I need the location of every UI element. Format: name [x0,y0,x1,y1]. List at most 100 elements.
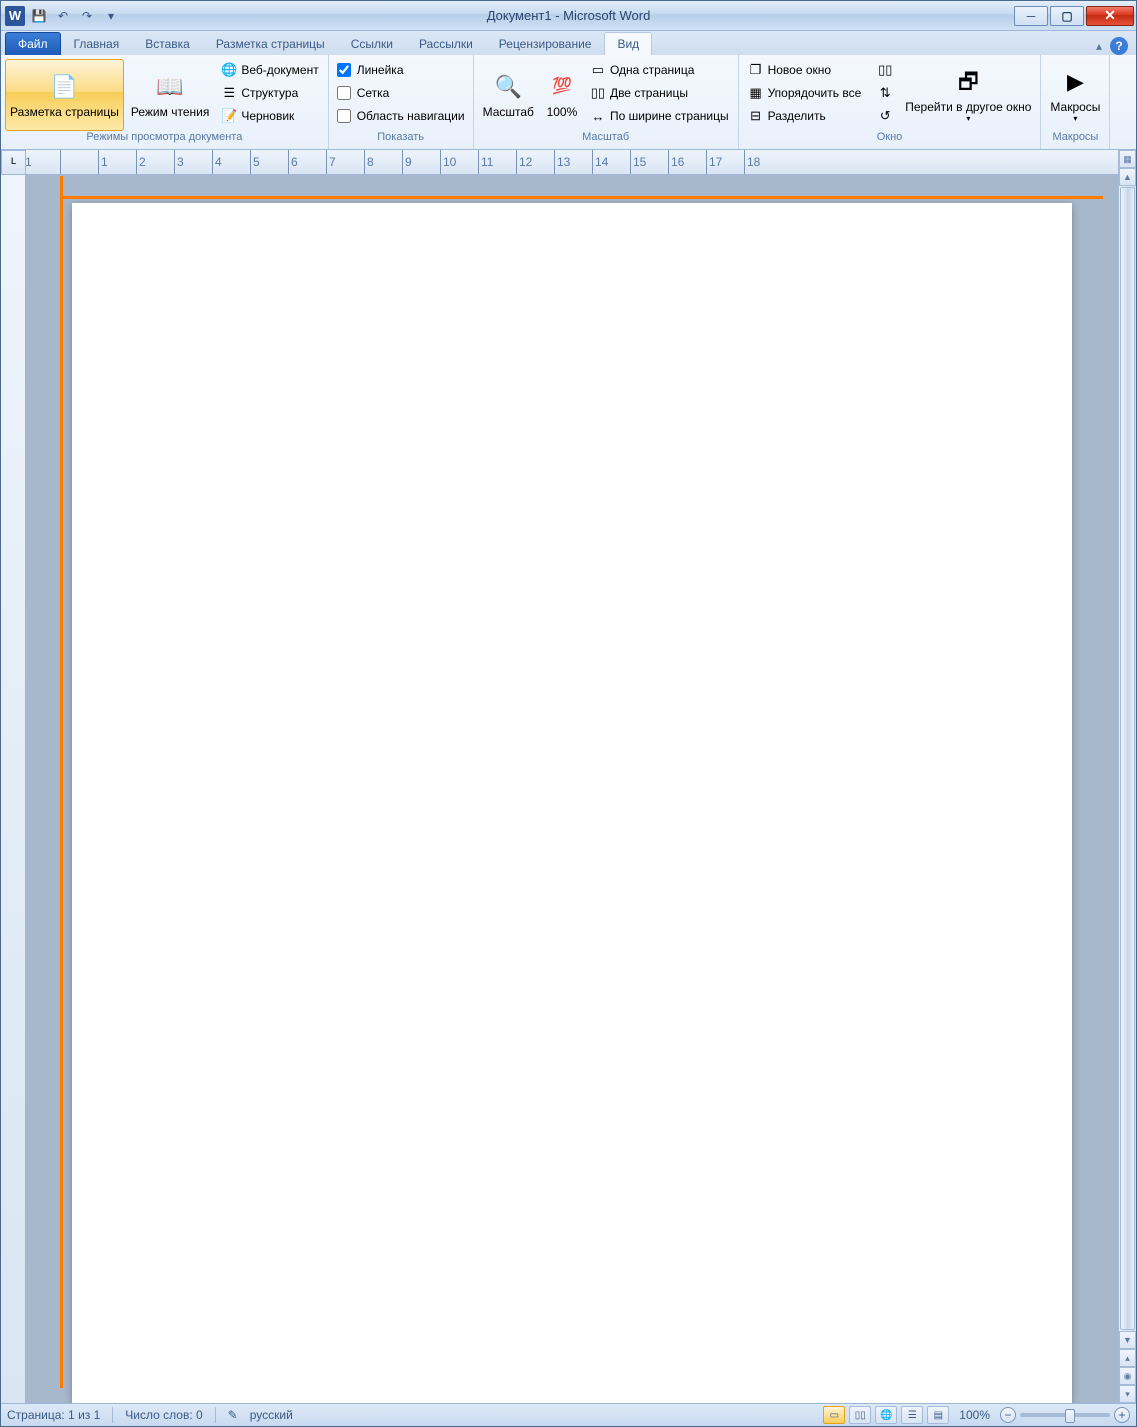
reading-icon: 📖 [154,71,186,103]
tab-insert[interactable]: Вставка [132,32,203,55]
undo-icon: ↶ [58,9,68,23]
zoom-out-button[interactable]: − [1000,1407,1016,1423]
view-web-button[interactable]: 🌐 [875,1406,897,1424]
web-layout-button[interactable]: 🌐Веб-документ [216,59,323,81]
chevron-down-icon: ▾ [966,114,970,124]
tab-file[interactable]: Файл [5,32,61,55]
reading-label: Режим чтения [131,105,209,119]
view-print-layout-button[interactable]: ▭ [823,1406,845,1424]
tab-references[interactable]: Ссылки [338,32,406,55]
arrange-icon: ▦ [748,85,764,101]
gridlines-checkbox[interactable]: Сетка [333,82,469,104]
zoom-in-button[interactable]: + [1114,1407,1130,1423]
outline-button[interactable]: ☰Структура [216,82,323,104]
ruler-corner[interactable]: L [1,150,26,175]
select-browse-button[interactable]: ◉ [1119,1367,1136,1385]
view-reading-button[interactable]: ▯▯ [849,1406,871,1424]
scroll-thumb[interactable] [1120,187,1135,1330]
ruler-checkbox[interactable]: Линейка [333,59,469,81]
redo-button[interactable]: ↷ [77,6,97,26]
macros-button[interactable]: ▶ Макросы ▾ [1045,59,1105,131]
draft-button[interactable]: 📝Черновик [216,105,323,127]
group-views-label: Режимы просмотра документа [5,131,324,147]
ribbon-tabs: Файл Главная Вставка Разметка страницы С… [1,31,1136,55]
tab-home[interactable]: Главная [61,32,133,55]
minimize-button[interactable]: ─ [1014,6,1048,26]
split-icon: ⊟ [748,108,764,124]
app-window: W 💾 ↶ ↷ ▾ Документ1 - Microsoft Word ─ ▢… [0,0,1137,1427]
group-macros-label: Макросы [1045,131,1105,147]
tab-review[interactable]: Рецензирование [486,32,605,55]
sync-scroll-button[interactable]: ⇅ [872,82,898,104]
save-button[interactable]: 💾 [29,6,49,26]
help-button[interactable]: ? [1110,37,1128,55]
close-button[interactable]: ✕ [1086,6,1134,26]
two-pages-button[interactable]: ▯▯Две страницы [585,82,734,104]
switch-windows-icon: 🗗 [952,66,984,98]
zoom-100-icon: 💯 [546,71,578,103]
page-width-button[interactable]: ↔По ширине страницы [585,105,734,127]
minimize-ribbon-icon[interactable]: ▴ [1096,39,1102,53]
one-page-icon: ▭ [590,62,606,78]
print-layout-button[interactable]: 📄 Разметка страницы [5,59,124,131]
view-outline-button[interactable]: ☰ [901,1406,923,1424]
reset-window-button[interactable]: ↺ [872,105,898,127]
document-area[interactable] [26,175,1118,1403]
work-area: L 321123456789101112131415161718 ▦ ▲ ▼ ▴… [1,150,1136,1403]
highlight-line-horizontal [61,196,1103,199]
draft-icon: 📝 [221,108,237,124]
zoom-button[interactable]: 🔍 Масштаб [478,59,539,131]
horizontal-ruler[interactable]: 321123456789101112131415161718 [26,150,1118,175]
tab-mailings[interactable]: Рассылки [406,32,486,55]
one-page-button[interactable]: ▭Одна страница [585,59,734,81]
word-app-icon[interactable]: W [5,6,25,26]
navigation-checkbox[interactable]: Область навигации [333,105,469,127]
titlebar: W 💾 ↶ ↷ ▾ Документ1 - Microsoft Word ─ ▢… [1,1,1136,31]
group-window-label: Окно [743,131,1037,147]
zoom-slider[interactable] [1020,1413,1110,1417]
maximize-button[interactable]: ▢ [1050,6,1084,26]
chevron-down-icon: ▾ [1073,114,1077,124]
quick-access-toolbar: W 💾 ↶ ↷ ▾ [1,6,121,26]
group-document-views: 📄 Разметка страницы 📖 Режим чтения 🌐Веб-… [1,55,329,149]
web-icon: 🌐 [221,62,237,78]
zoom-100-button[interactable]: 💯 100% [541,59,583,131]
next-page-button[interactable]: ▾ [1119,1385,1136,1403]
split-button[interactable]: ⊟Разделить [743,105,867,127]
group-window: ❐Новое окно ▦Упорядочить все ⊟Разделить … [739,55,1042,149]
undo-button[interactable]: ↶ [53,6,73,26]
tab-layout[interactable]: Разметка страницы [203,32,338,55]
vertical-scrollbar[interactable]: ▦ ▲ ▼ ▴ ◉ ▾ [1118,150,1136,1403]
ruler-toggle-button[interactable]: ▦ [1119,150,1136,168]
window-controls: ─ ▢ ✕ [1012,6,1136,26]
group-zoom: 🔍 Масштаб 💯 100% ▭Одна страница ▯▯Две ст… [474,55,739,149]
page[interactable] [72,203,1072,1403]
group-show: Линейка Сетка Область навигации Показать [329,55,474,149]
scroll-up-button[interactable]: ▲ [1119,168,1136,186]
spellcheck-icon[interactable]: ✎ [228,1408,238,1422]
word-count-status[interactable]: Число слов: 0 [125,1408,202,1422]
group-show-label: Показать [333,131,469,147]
qat-dropdown[interactable]: ▾ [101,6,121,26]
highlight-line-vertical [60,176,63,1388]
window-title: Документ1 - Microsoft Word [1,8,1136,23]
save-icon: 💾 [32,9,47,23]
arrange-all-button[interactable]: ▦Упорядочить все [743,82,867,104]
macros-icon: ▶ [1059,66,1091,98]
prev-page-button[interactable]: ▴ [1119,1349,1136,1367]
tab-view[interactable]: Вид [604,32,652,55]
vertical-ruler[interactable] [1,175,26,1403]
switch-windows-button[interactable]: 🗗 Перейти в другое окно ▾ [900,59,1036,131]
scroll-down-button[interactable]: ▼ [1119,1331,1136,1349]
language-status[interactable]: русский [250,1408,293,1422]
zoom-level[interactable]: 100% [959,1408,990,1422]
view-draft-button[interactable]: ▤ [927,1406,949,1424]
zoom-icon: 🔍 [492,71,524,103]
reading-mode-button[interactable]: 📖 Режим чтения [126,59,214,131]
new-window-button[interactable]: ❐Новое окно [743,59,867,81]
new-window-icon: ❐ [748,62,764,78]
page-width-icon: ↔ [590,108,606,124]
page-status[interactable]: Страница: 1 из 1 [7,1408,100,1422]
side-by-side-button[interactable]: ▯▯ [872,59,898,81]
print-layout-icon: 📄 [48,71,80,103]
